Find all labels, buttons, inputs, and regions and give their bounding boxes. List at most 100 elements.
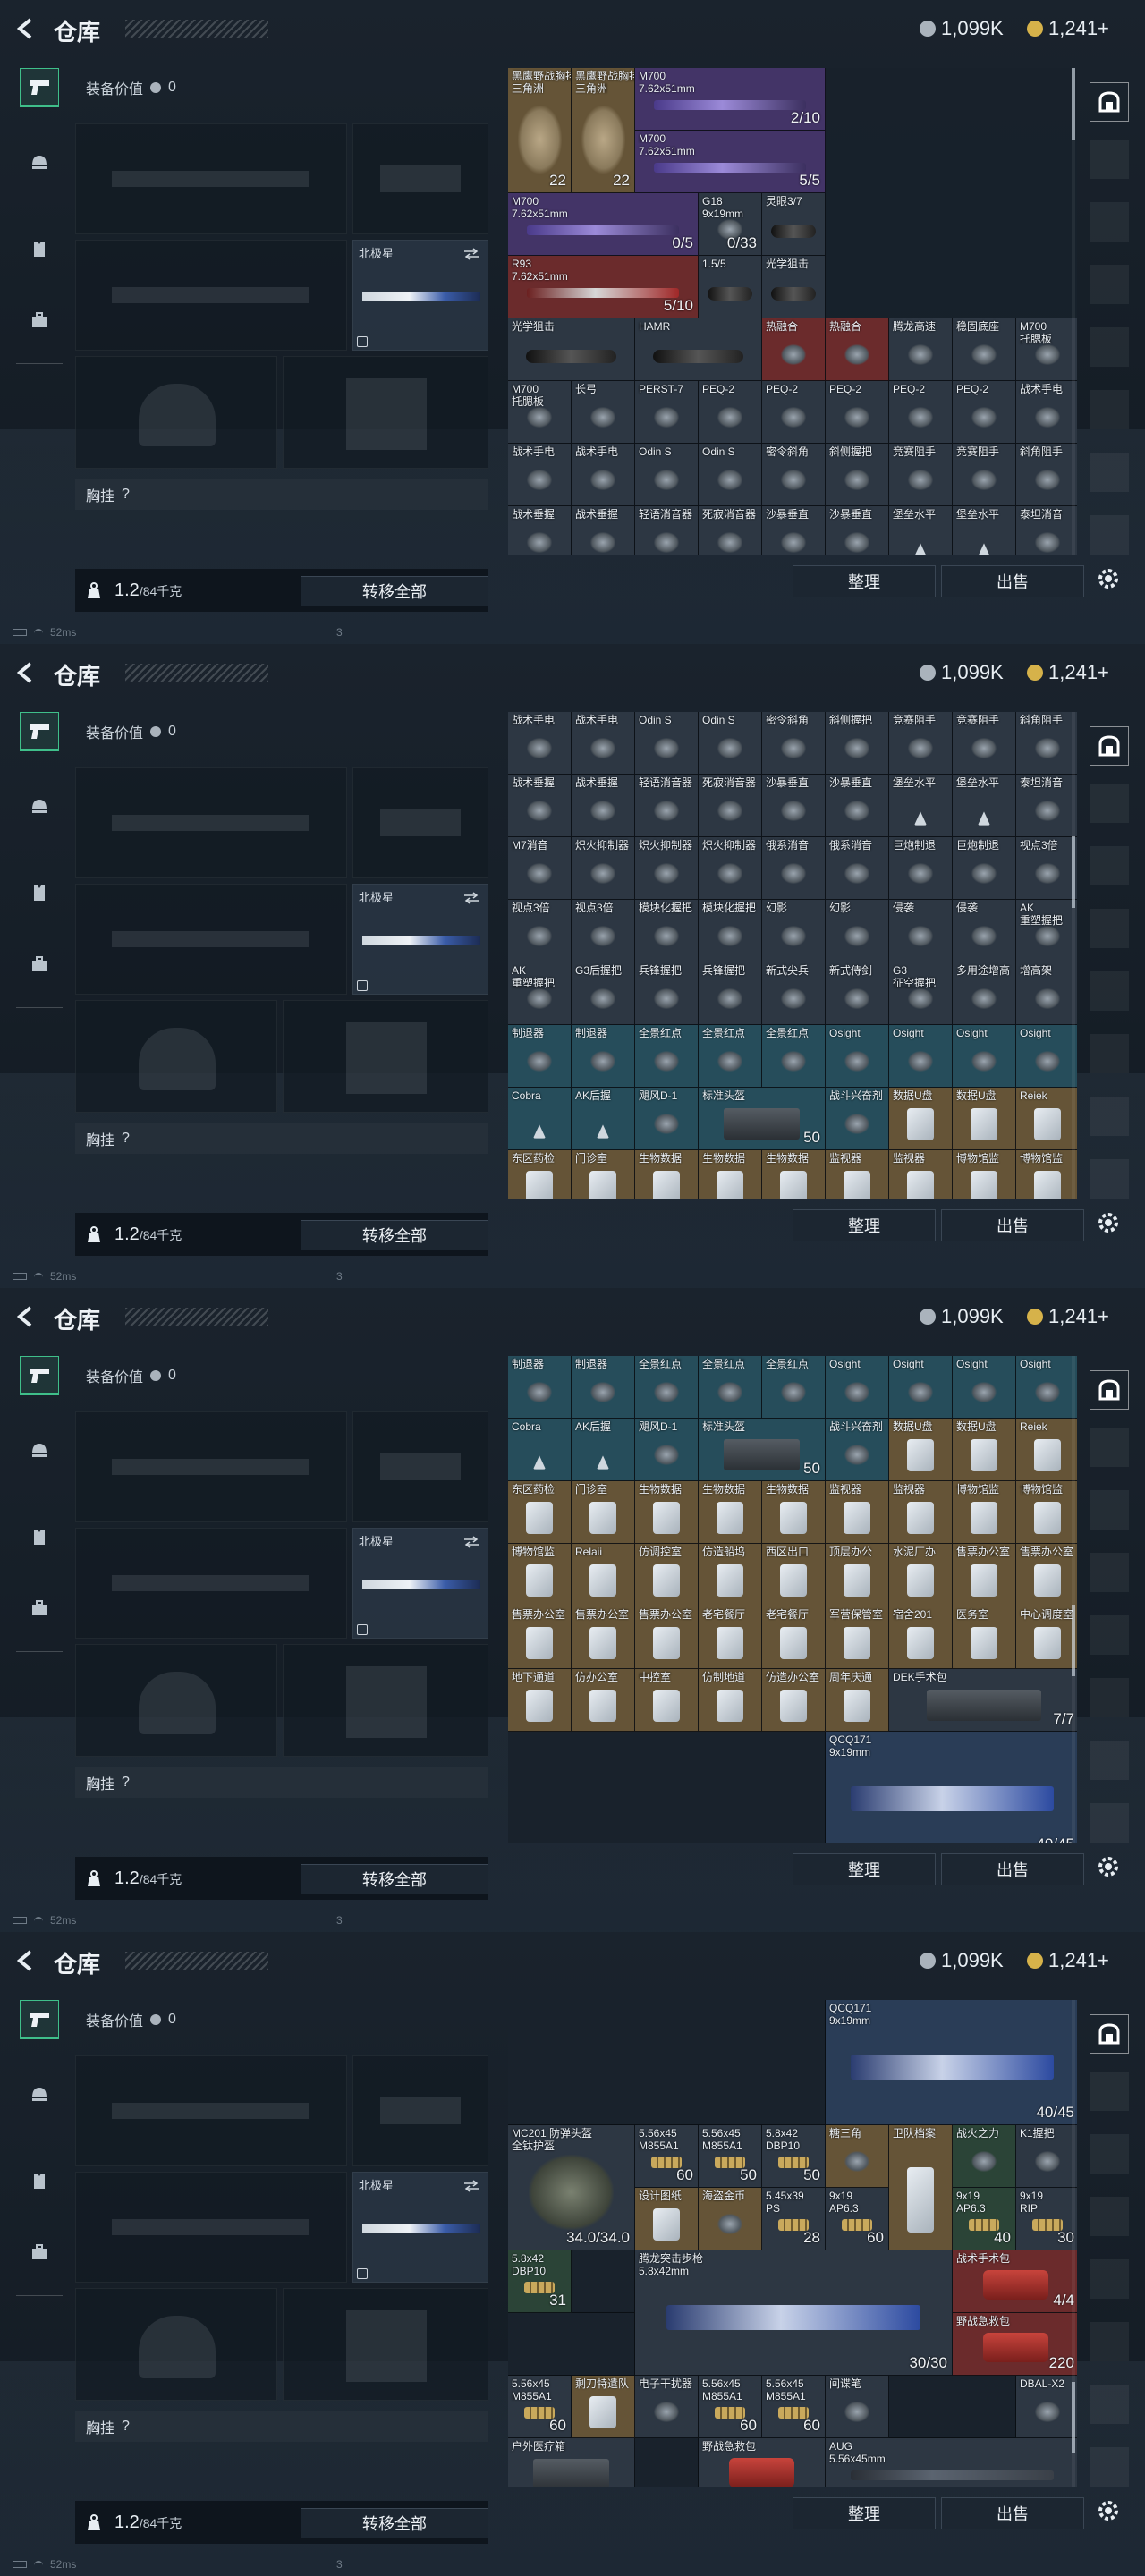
item-cell[interactable]: PERST-7 [635,381,699,444]
item-cell[interactable]: 9x19 RIP 30 [1016,2188,1077,2250]
warehouse-grid[interactable]: 制退器 制退器 全景红点 全景红点 全景红点 Osight Osight Osight Osig… [508,1356,1077,1843]
item-cell[interactable]: 5.56x45 M855A1 60 [699,2376,762,2438]
item-cell[interactable]: 生物数据 [762,1150,826,1199]
item-cell[interactable]: 幻影 [826,900,889,962]
item-cell[interactable]: 1.5/5 [699,256,762,318]
item-cell[interactable]: 仿造船坞 [699,1544,762,1606]
storage-slot[interactable] [1090,453,1129,492]
transfer-all-button[interactable]: 转移全部 [301,1220,488,1250]
rail-helmet-tab[interactable] [20,143,59,182]
helmet-slot[interactable] [75,1644,277,1757]
primary-weapon-slot[interactable] [75,123,347,234]
item-cell[interactable]: PEQ-2 [762,381,826,444]
storage-slot[interactable] [1090,2447,1129,2487]
storage-slot[interactable] [1090,327,1129,367]
item-cell[interactable]: 户外医疗箱 [508,2438,635,2487]
item-cell[interactable]: 战术手电 [1016,381,1077,444]
item-cell[interactable]: G3后握把 [572,962,635,1025]
item-cell[interactable]: 战术垂握 [572,775,635,837]
storage-slot[interactable] [1090,784,1129,823]
rail-armor-tab[interactable] [20,2161,59,2200]
item-cell[interactable]: 战术垂握 [508,506,572,555]
item-cell[interactable]: 新式尖兵 [762,962,826,1025]
item-cell[interactable]: 5.56x45 M855A1 60 [635,2125,699,2188]
item-cell[interactable]: M700 托腮板 [508,381,572,444]
item-cell[interactable]: 斜角阻手 [1016,444,1077,506]
swap-icon[interactable] [462,892,480,904]
item-cell[interactable] [508,2000,826,2125]
warehouse-grid[interactable]: 战术手电 战术手电 Odin S Odin S 密令斜角 斜侧握把 竞赛阻手 竞赛阻手 斜角阻手… [508,712,1077,1199]
item-cell[interactable]: DEK手术包 7/7 [889,1669,1077,1732]
sort-button[interactable]: 整理 [793,1853,936,1885]
item-cell[interactable]: Osight [953,1025,1016,1088]
rail-armor-tab[interactable] [20,873,59,912]
rail-backpack-tab[interactable] [20,1589,59,1628]
item-cell[interactable]: M700 7.62x51mm 0/5 [508,193,699,256]
item-cell[interactable]: 全景红点 [762,1025,826,1088]
secondary-weapon-slot[interactable] [75,1528,347,1639]
item-cell[interactable]: HAMR [635,318,762,381]
item-cell[interactable]: 竞赛阻手 [953,444,1016,506]
item-cell[interactable]: 设计图纸 [635,2188,699,2250]
storage-slot[interactable] [1090,2385,1129,2424]
item-cell[interactable]: 数据U盘 [953,1419,1016,1481]
item-cell[interactable]: PEQ-2 [953,381,1016,444]
item-cell[interactable]: Osight [889,1025,953,1088]
item-cell[interactable]: Osight [953,1356,1016,1419]
item-cell[interactable]: 老宅餐厅 [699,1606,762,1669]
item-cell[interactable]: Cobra [508,1088,572,1150]
item-cell[interactable]: 监视器 [889,1481,953,1544]
item-cell[interactable]: 中控室 [635,1669,699,1732]
silver-currency[interactable]: 1,099K [920,16,1004,41]
item-cell[interactable]: 监视器 [826,1481,889,1544]
item-cell[interactable]: 5.56x45 M855A1 50 [699,2125,762,2188]
item-cell[interactable]: 5.45x39 PS 28 [762,2188,826,2250]
item-cell[interactable]: 电子干扰器 [635,2376,699,2438]
item-cell[interactable]: 战术手术包 4/4 [953,2250,1077,2313]
transfer-all-button[interactable]: 转移全部 [301,2508,488,2538]
item-cell[interactable]: 轻语消音器 [635,506,699,555]
item-cell[interactable]: 老宅餐厅 [762,1606,826,1669]
rail-helmet-tab[interactable] [20,2075,59,2114]
item-cell[interactable]: 医务室 [953,1606,1016,1669]
melee-slot[interactable]: 北极星 [352,2172,488,2283]
item-cell[interactable]: 博物馆监 [1016,1481,1077,1544]
item-cell[interactable]: Odin S [635,444,699,506]
item-cell[interactable]: PEQ-2 [699,381,762,444]
armor-slot[interactable] [283,2288,488,2401]
item-cell[interactable]: Osight [1016,1025,1077,1088]
item-cell[interactable]: 死寂消音器 [699,775,762,837]
help-icon[interactable]: ? [122,1775,130,1791]
item-cell[interactable]: M700 托腮板 [1016,318,1077,381]
item-cell[interactable]: 堡垒水平 [953,775,1016,837]
warehouse-scrollbar[interactable] [1072,68,1075,555]
item-cell[interactable]: 监视器 [826,1150,889,1199]
transfer-all-button[interactable]: 转移全部 [301,576,488,606]
item-cell[interactable]: QCQ171 9x19mm 40/45 [826,2000,1077,2125]
item-cell[interactable]: 博物馆监 [953,1481,1016,1544]
rail-backpack-tab[interactable] [20,945,59,984]
item-cell[interactable]: Reiek [1016,1088,1077,1150]
item-cell[interactable]: G3 征空握把 [889,962,953,1025]
gold-currency[interactable]: 1,241+ [1027,660,1109,685]
item-cell[interactable]: 地下通道 [508,1669,572,1732]
item-cell[interactable]: 剩刀特遣队 [572,2376,635,2438]
storage-slot[interactable] [1090,1034,1129,1073]
armor-slot[interactable] [283,356,488,469]
rail-helmet-tab[interactable] [20,1431,59,1470]
item-cell[interactable]: 黑鹰野战胸挂 三角洲 22 [572,68,635,193]
rail-weapons-tab[interactable] [20,68,59,107]
item-cell[interactable]: 5.56x45 M855A1 60 [508,2376,572,2438]
storage-slot[interactable] [1090,1553,1129,1592]
settings-gear-icon[interactable] [1095,1853,1122,1880]
item-cell[interactable]: 堡垒水平 [953,506,1016,555]
item-cell[interactable]: QCQ171 9x19mm 40/45 [826,1732,1077,1843]
item-cell[interactable]: 标准头盔 50 [699,1419,826,1481]
warehouse-scrollbar[interactable] [1072,1356,1075,1843]
item-cell[interactable]: 热融合 [826,318,889,381]
item-cell[interactable]: Osight [1016,1356,1077,1419]
item-cell[interactable]: 灵眼3/7 [762,193,826,256]
item-cell[interactable]: 沙暴垂直 [826,775,889,837]
item-cell[interactable]: 仿造办公室 [762,1669,826,1732]
item-cell[interactable] [508,1732,826,1843]
